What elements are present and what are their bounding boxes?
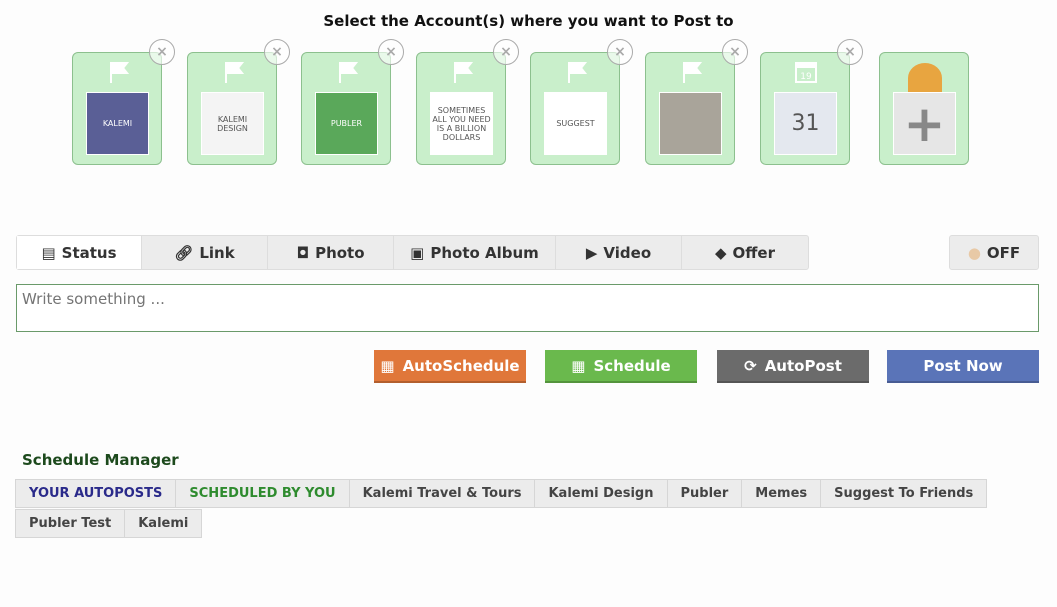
calendar-icon: 19 (795, 62, 817, 83)
account-avatar: SOMETIMES ALL YOU NEED IS A BILLION DOLL… (430, 92, 493, 155)
schedule-tab[interactable]: Publer (666, 479, 743, 508)
account-avatar: PUBLER (315, 92, 378, 155)
account-avatar: KALEMI (86, 92, 149, 155)
post-now-button[interactable]: Post Now (887, 350, 1039, 383)
image-icon: ▣ (410, 243, 425, 262)
page-title: Select the Account(s) where you want to … (323, 12, 734, 30)
account-avatar: 31 (774, 92, 837, 155)
account-card[interactable]: KALEMI DESIGN × (187, 39, 290, 165)
remove-account-button[interactable]: × (607, 39, 633, 65)
schedule-manager-title: Schedule Manager (22, 451, 179, 469)
tab-status[interactable]: ▤ Status (17, 236, 142, 269)
remove-account-button[interactable]: × (149, 39, 175, 65)
tab-photo-album[interactable]: ▣ Photo Album (394, 236, 556, 269)
plus-icon: + (893, 92, 956, 155)
autoschedule-button[interactable]: ▦ AutoSchedule (374, 350, 526, 383)
account-avatar: SUGGEST (544, 92, 607, 155)
flag-icon (454, 62, 474, 83)
calendar-icon: ▦ (571, 356, 586, 375)
schedule-tab[interactable]: Memes (741, 479, 822, 508)
document-icon: ▤ (41, 243, 56, 262)
account-card[interactable]: × (645, 39, 748, 165)
schedule-tab[interactable]: Publer Test (15, 509, 126, 538)
tab-video[interactable]: ▶︎ Video (556, 236, 682, 269)
schedule-tabs-row1: YOUR AUTOPOSTS SCHEDULED BY YOU Kalemi Tra… (15, 479, 988, 508)
account-card[interactable]: 19 31 × (760, 39, 863, 165)
schedule-tabs-row2: Publer Test Kalemi (15, 509, 203, 538)
account-avatar: KALEMI DESIGN (201, 92, 264, 155)
svg-text:19: 19 (800, 72, 812, 82)
add-account-button[interactable]: + (879, 52, 969, 165)
tab-link[interactable]: 🔗︎ Link (142, 236, 268, 269)
account-card[interactable]: KALEMI × (72, 39, 175, 165)
remove-account-button[interactable]: × (378, 39, 404, 65)
account-card[interactable]: SUGGEST × (530, 39, 633, 165)
remove-account-button[interactable]: × (264, 39, 290, 65)
schedule-tab[interactable]: YOUR AUTOPOSTS (15, 479, 177, 508)
schedule-tab[interactable]: Kalemi Design (534, 479, 668, 508)
calendar-clock-icon: ▦ (380, 356, 395, 375)
camera-icon: ◘ (296, 243, 310, 262)
flag-icon (110, 62, 130, 83)
account-avatar (659, 92, 722, 155)
link-icon: 🔗︎ (174, 243, 194, 262)
autopost-button[interactable]: ⟳ AutoPost (717, 350, 869, 383)
tag-icon: ◆ (714, 243, 727, 262)
tab-photo[interactable]: ◘ Photo (268, 236, 394, 269)
superhero-icon (908, 63, 942, 93)
tab-offer[interactable]: ◆ Offer (682, 236, 808, 269)
account-card[interactable]: SOMETIMES ALL YOU NEED IS A BILLION DOLL… (416, 39, 519, 165)
remove-account-button[interactable]: × (493, 39, 519, 65)
schedule-tab[interactable]: SCHEDULED BY YOU (175, 479, 350, 508)
flag-icon (339, 62, 359, 83)
flag-icon (225, 62, 245, 83)
flag-icon (683, 62, 703, 83)
video-icon: ▶︎ (585, 243, 598, 262)
remove-account-button[interactable]: × (837, 39, 863, 65)
schedule-tab[interactable]: Kalemi Travel & Tours (348, 479, 536, 508)
post-type-tabs: ▤ Status 🔗︎ Link ◘ Photo ▣ Photo Album ▶︎ Vid… (16, 235, 809, 270)
remove-account-button[interactable]: × (722, 39, 748, 65)
toggle-button[interactable]: ● OFF (949, 235, 1039, 270)
refresh-icon: ⟳ (744, 356, 757, 375)
hand-icon: ● (967, 243, 981, 262)
account-card[interactable]: PUBLER × (301, 39, 404, 165)
flag-icon (568, 62, 588, 83)
schedule-tab[interactable]: Suggest To Friends (820, 479, 988, 508)
schedule-tab[interactable]: Kalemi (124, 509, 203, 538)
schedule-button[interactable]: ▦ Schedule (545, 350, 697, 383)
compose-input[interactable] (16, 284, 1039, 332)
